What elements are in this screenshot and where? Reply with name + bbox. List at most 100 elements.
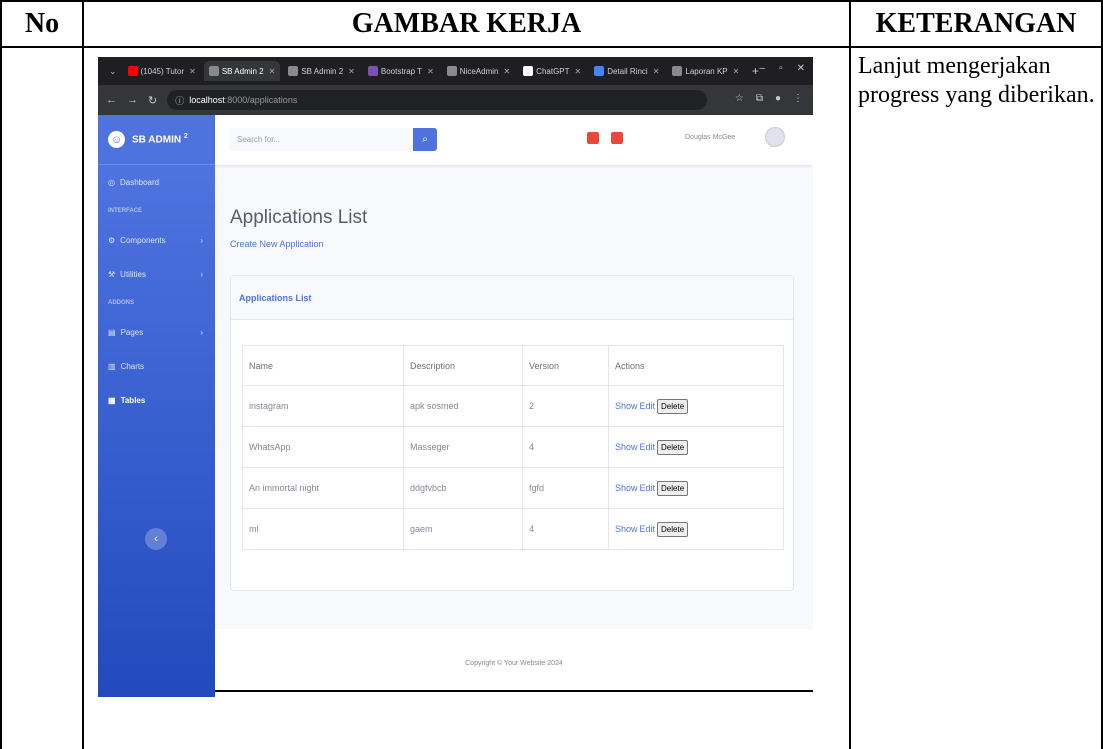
header-no: No	[24, 8, 60, 39]
search-button[interactable]: ⌕	[413, 128, 437, 151]
tab-label: SB Admin 2	[221, 66, 264, 76]
chevron-left-icon: ‹	[154, 533, 158, 545]
envelope-icon[interactable]	[611, 132, 623, 144]
sidebar-item-tables[interactable]: ▦ Tables	[98, 383, 215, 417]
delete-button[interactable]: Delete	[657, 480, 689, 496]
url-field[interactable]: ⓘ localhost:8000/applications	[167, 90, 708, 110]
minimize-icon[interactable]: –	[760, 63, 766, 74]
table-header-row: Name Description Version Actions	[242, 345, 784, 386]
sidebar-item-utilities[interactable]: ⚒ Utilities ›	[98, 257, 215, 291]
tab-close-icon[interactable]: ✕	[733, 67, 740, 76]
sidebar-item-charts[interactable]: ▥ Charts	[98, 349, 215, 383]
edit-link[interactable]: Edit	[640, 524, 656, 534]
column-header[interactable]: Actions	[608, 345, 784, 386]
laugh-wink-icon: ☺	[108, 131, 125, 148]
brand-version: 2	[183, 133, 188, 141]
forward-icon[interactable]: →	[127, 94, 138, 106]
sidebar-item-label: Pages	[120, 327, 144, 337]
browser-tab[interactable]: SB Admin 2 ✕	[283, 61, 360, 81]
browser-tab[interactable]: Bootstrap T ✕	[363, 61, 439, 81]
create-new-application-link[interactable]: Create New Application	[230, 239, 324, 249]
browser-actions: ☆ ⧉ ● ⋮	[735, 93, 803, 104]
browser-tab[interactable]: (1045) Tutor ✕	[123, 61, 201, 81]
tab-close-icon[interactable]: ✕	[269, 67, 276, 76]
brand-text: SB ADMIN 2	[132, 133, 188, 145]
table-header-border	[0, 46, 1103, 48]
sidebar-item-pages[interactable]: ▤ Pages ›	[98, 315, 215, 349]
show-link[interactable]: Show	[615, 524, 638, 534]
footer: Copyright © Your Website 2024	[215, 629, 813, 697]
column-header[interactable]: Name	[242, 345, 404, 386]
bell-icon[interactable]	[587, 132, 599, 144]
edit-link[interactable]: Edit	[640, 401, 656, 411]
document-table: No GAMBAR KERJA KETERANGAN Lanjut menger…	[0, 0, 1103, 749]
search-input[interactable]: Search for...	[229, 128, 413, 151]
browser-tab[interactable]: ChatGPT ✕	[518, 61, 586, 81]
sidebar-toggle-button[interactable]: ‹	[145, 528, 167, 550]
back-icon[interactable]: ←	[106, 94, 117, 106]
chevron-right-icon: ›	[200, 235, 203, 245]
profile-icon[interactable]: ●	[775, 93, 781, 104]
tab-close-icon[interactable]: ✕	[653, 67, 660, 76]
tab-close-icon[interactable]: ✕	[348, 67, 355, 76]
tab-favicon-icon	[367, 66, 378, 76]
cell-actions: Show Edit Delete	[608, 385, 784, 427]
header-gambar-kerja: GAMBAR KERJA	[351, 8, 582, 39]
cell-name: instagram	[242, 385, 404, 427]
bookmark-star-icon[interactable]: ☆	[735, 93, 744, 104]
show-link[interactable]: Show	[615, 401, 638, 411]
tab-label: (1045) Tutor	[140, 66, 185, 76]
sidebar-item-label: Charts	[120, 361, 145, 371]
card-title: Applications List	[231, 276, 793, 320]
column-header[interactable]: Description	[403, 345, 523, 386]
cell-version: fgfd	[522, 467, 609, 509]
tab-favicon-icon	[288, 66, 299, 76]
cell-actions: Show Edit Delete	[608, 508, 784, 550]
table-col-divider-2	[849, 0, 851, 749]
tab-search-icon[interactable]: ⌄	[106, 66, 120, 77]
tab-close-icon[interactable]: ✕	[503, 67, 510, 76]
browser-menu-icon[interactable]: ⋮	[793, 93, 803, 104]
page-title: Applications List	[230, 207, 368, 228]
browser-tab[interactable]: SB Admin 2 ✕	[203, 61, 281, 81]
tab-label: NiceAdmin	[459, 66, 499, 76]
column-header[interactable]: Version	[522, 345, 609, 386]
chevron-right-icon: ›	[200, 327, 203, 337]
brand-name: SB ADMIN	[132, 134, 182, 146]
restore-icon[interactable]: ▫	[779, 63, 783, 74]
show-link[interactable]: Show	[615, 483, 638, 493]
tab-close-icon[interactable]: ✕	[427, 67, 434, 76]
close-window-icon[interactable]: ✕	[797, 63, 805, 74]
search-icon: ⌕	[422, 134, 428, 145]
folder-icon: ▤	[108, 327, 116, 337]
tab-label: ChatGPT	[536, 66, 570, 76]
reload-icon[interactable]: ↻	[148, 94, 157, 107]
topbar: Search for... ⌕ Douglas McGee	[215, 115, 813, 165]
site-info-icon[interactable]: ⓘ	[175, 94, 184, 107]
avatar[interactable]	[765, 127, 785, 147]
delete-button[interactable]: Delete	[657, 521, 689, 537]
tab-close-icon[interactable]: ✕	[189, 67, 196, 76]
tab-label: SB Admin 2	[301, 66, 344, 76]
browser-tab[interactable]: Laporan KP ✕	[667, 61, 744, 81]
cell-description: Masseger	[403, 426, 523, 468]
browser-tab[interactable]: Detail Rinci ✕	[589, 61, 664, 81]
delete-button[interactable]: Delete	[657, 398, 689, 414]
cog-icon: ⚙	[108, 235, 116, 245]
user-name[interactable]: Douglas McGee	[685, 134, 735, 141]
edit-link[interactable]: Edit	[640, 483, 656, 493]
sidebar-item-dashboard[interactable]: ◎ Dashboard	[98, 165, 215, 199]
tab-favicon-icon	[127, 66, 138, 76]
table-row: instagram apk sosmed 2 Show Edit Delete	[242, 385, 784, 427]
edit-link[interactable]: Edit	[640, 442, 656, 452]
show-link[interactable]: Show	[615, 442, 638, 452]
browser-tab[interactable]: NiceAdmin ✕	[442, 61, 515, 81]
delete-button[interactable]: Delete	[657, 439, 689, 455]
footer-divider	[215, 690, 813, 692]
table-left-border	[0, 0, 2, 749]
url-host: localhost	[189, 95, 225, 105]
sidebar-item-components[interactable]: ⚙ Components ›	[98, 223, 215, 257]
sidebar-brand[interactable]: ☺ SB ADMIN 2	[98, 115, 215, 165]
extensions-icon[interactable]: ⧉	[756, 93, 763, 104]
tab-close-icon[interactable]: ✕	[575, 67, 582, 76]
